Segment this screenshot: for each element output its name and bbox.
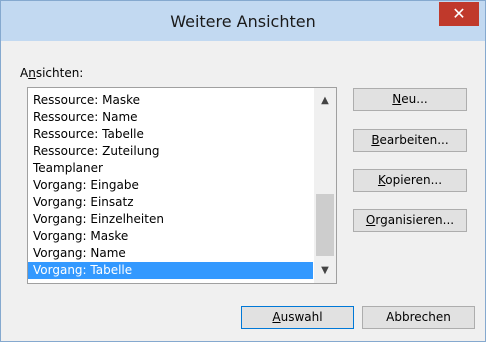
- list-item[interactable]: Vorgang: Einsatz: [28, 194, 313, 211]
- list-item[interactable]: Ressource: Name: [28, 109, 313, 126]
- copy-button[interactable]: Kopieren...: [353, 169, 467, 192]
- list-item[interactable]: Vorgang: Maske: [28, 228, 313, 245]
- dialog-title: Weitere Ansichten: [170, 12, 316, 31]
- list-item[interactable]: Vorgang: Tabelle: [28, 262, 313, 279]
- cancel-button[interactable]: Abbrechen: [362, 306, 475, 329]
- list-item[interactable]: Ressource: Maske: [28, 92, 313, 109]
- scroll-thumb[interactable]: [316, 194, 334, 256]
- title-bar[interactable]: Weitere Ansichten ✕: [1, 1, 485, 41]
- scroll-up-icon[interactable]: ▲: [314, 92, 336, 109]
- list-item[interactable]: Vorgang: Name: [28, 245, 313, 262]
- views-listbox[interactable]: Ressource: Maske Ressource: Name Ressource…: [27, 87, 337, 284]
- scroll-down-icon[interactable]: ▼: [314, 262, 336, 279]
- list-item[interactable]: Vorgang: Einzelheiten: [28, 211, 313, 228]
- list-item[interactable]: Ressource: Zuteilung: [28, 143, 313, 160]
- list-item[interactable]: Ressource: Tabelle: [28, 126, 313, 143]
- list-item[interactable]: Teamplaner: [28, 160, 313, 177]
- edit-button[interactable]: Bearbeiten...: [353, 129, 467, 152]
- vertical-scrollbar[interactable]: ▲ ▼: [314, 88, 336, 283]
- list-item[interactable]: Vorgang: Eingabe: [28, 177, 313, 194]
- apply-button[interactable]: Auswahl: [241, 306, 354, 329]
- views-list: Ressource: Maske Ressource: Name Ressource…: [28, 92, 313, 279]
- new-button[interactable]: Neu...: [353, 88, 467, 111]
- views-label: Ansichten:: [20, 66, 84, 80]
- close-icon: ✕: [452, 4, 466, 23]
- close-button[interactable]: ✕: [439, 2, 479, 26]
- organize-button[interactable]: Organisieren...: [353, 209, 467, 232]
